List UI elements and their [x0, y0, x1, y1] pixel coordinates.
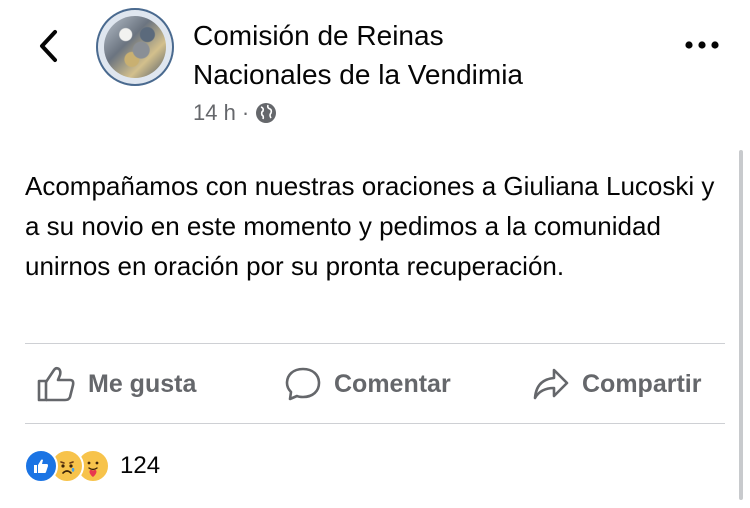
share-button[interactable]: Compartir — [532, 364, 701, 404]
share-label: Compartir — [582, 369, 702, 398]
more-options-button[interactable] — [682, 30, 722, 60]
page-name-line1: Comisión de Reinas — [193, 20, 444, 51]
scrollbar[interactable] — [739, 150, 743, 500]
thumbs-up-icon — [37, 366, 75, 402]
share-arrow-icon — [533, 368, 569, 400]
like-label: Me gusta — [88, 369, 197, 398]
comment-label: Comentar — [334, 369, 451, 398]
like-reaction-icon — [24, 449, 58, 483]
globe-icon — [256, 103, 277, 123]
post-header: Comisión de Reinas Nacionales de la Vend… — [0, 0, 750, 140]
more-dots-icon — [685, 41, 719, 49]
page-avatar[interactable] — [96, 8, 174, 86]
comment-icon — [285, 367, 321, 401]
post-text: Acompañamos con nuestras oraciones a Giu… — [25, 171, 715, 281]
avatar-image — [104, 16, 166, 78]
divider-bottom — [25, 423, 725, 424]
meta-separator: · — [241, 100, 250, 125]
back-button[interactable] — [28, 24, 68, 68]
post-time[interactable]: 14 h — [193, 100, 236, 126]
post-meta: 14 h · — [193, 98, 277, 128]
divider-top — [25, 343, 725, 344]
reaction-count: 124 — [120, 452, 161, 479]
chevron-left-icon — [40, 30, 57, 62]
page-name-line2: Nacionales de la Vendimia — [193, 59, 523, 90]
page-name[interactable]: Comisión de Reinas Nacionales de la Vend… — [193, 16, 653, 94]
reactions-summary[interactable]: 124 — [24, 448, 160, 484]
comment-button[interactable]: Comentar — [284, 364, 451, 404]
action-bar: Me gusta Comentar Compartir — [0, 346, 750, 424]
like-button[interactable]: Me gusta — [36, 364, 196, 404]
